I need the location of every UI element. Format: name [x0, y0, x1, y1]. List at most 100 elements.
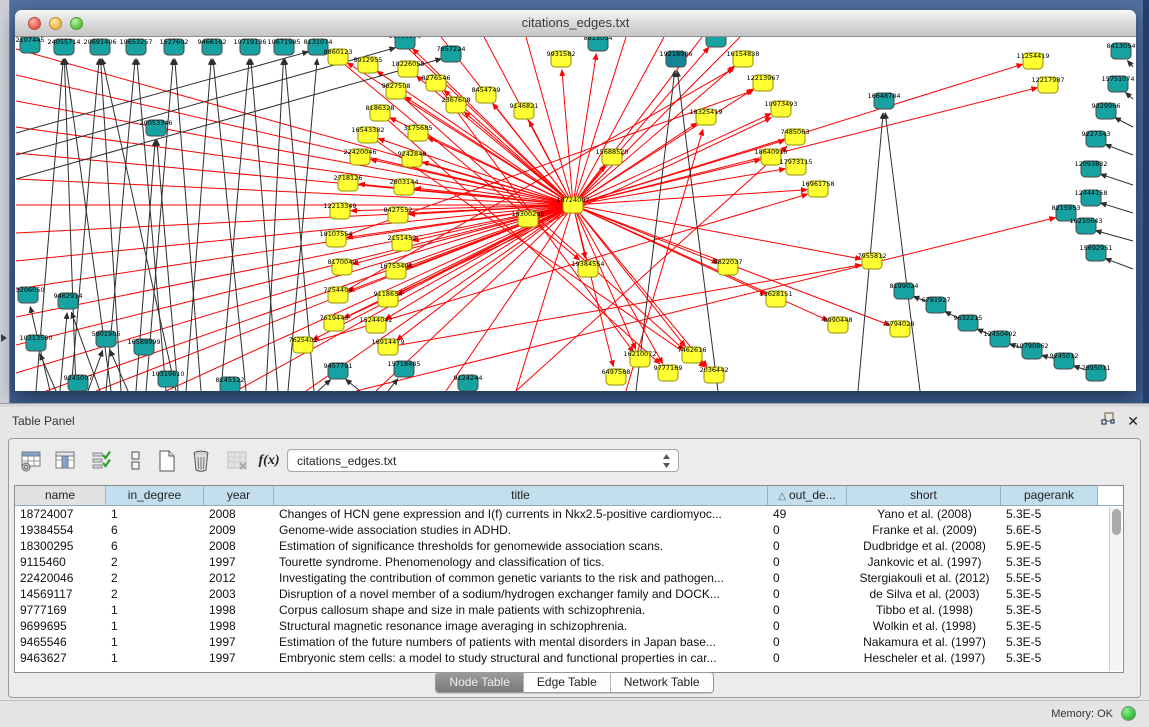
svg-text:16543382: 16543382 — [351, 126, 384, 134]
table-row[interactable]: 1830029562008Estimation of significance … — [15, 538, 1108, 554]
svg-text:8186328: 8186328 — [366, 104, 395, 112]
cell-title: Investigating the contribution of common… — [274, 570, 768, 586]
cell-year: 2009 — [204, 522, 274, 538]
cell-in_degree: 1 — [106, 506, 204, 522]
svg-text:15244042: 15244042 — [359, 316, 392, 324]
cell-title: Genome-wide association studies in ADHD. — [274, 522, 768, 538]
svg-text:9329966: 9329966 — [1092, 102, 1121, 110]
svg-text:12213349: 12213349 — [323, 202, 356, 210]
window-titlebar[interactable]: citations_edges.txt — [15, 10, 1136, 37]
svg-text:2367608: 2367608 — [442, 96, 471, 104]
svg-text:10653257: 10653257 — [119, 38, 152, 46]
table-panel-title: Table Panel — [12, 414, 75, 428]
column-header-short[interactable]: short — [847, 486, 1001, 506]
table-settings-icon[interactable] — [17, 446, 45, 476]
svg-text:2151452: 2151452 — [388, 234, 417, 242]
tab-network-table[interactable]: Network Table — [611, 673, 713, 692]
row-height-icon[interactable] — [121, 446, 149, 476]
tab-node-table[interactable]: Node Table — [436, 673, 524, 692]
table-vertical-scrollbar[interactable] — [1109, 507, 1122, 671]
table-row[interactable]: 946554611997Estimation of the future num… — [15, 634, 1108, 650]
cell-out_de: 49 — [768, 506, 847, 522]
close-panel-icon[interactable]: ✕ — [1127, 413, 1139, 429]
status-bar: Memory: OK — [0, 700, 1149, 727]
svg-text:15751074: 15751074 — [1101, 75, 1134, 83]
collapsed-control-panel[interactable] — [0, 0, 10, 406]
cell-title: Tourette syndrome. Phenomenology and cla… — [274, 554, 768, 570]
cell-short: Yano et al. (2008) — [847, 506, 1001, 522]
column-header-pagerank[interactable]: pagerank — [1001, 486, 1098, 506]
svg-text:16961758: 16961758 — [801, 180, 834, 188]
table-select-dropdown[interactable]: citations_edges.txt — [287, 449, 679, 472]
cell-out_de: 0 — [768, 650, 847, 666]
float-window-icon[interactable] — [1101, 412, 1115, 430]
svg-text:9462914: 9462914 — [54, 292, 83, 300]
function-builder-icon[interactable]: f(x) — [255, 446, 283, 476]
cell-name: 19384554 — [15, 522, 106, 538]
column-header-name[interactable]: name — [15, 486, 106, 506]
svg-text:2087682: 2087682 — [702, 37, 731, 38]
svg-text:11254419: 11254419 — [1016, 52, 1049, 60]
svg-text:16154838: 16154838 — [726, 50, 759, 58]
svg-text:7857224: 7857224 — [437, 45, 466, 53]
cell-year: 2003 — [204, 586, 274, 602]
cell-in_degree: 2 — [106, 554, 204, 570]
svg-text:19218986: 19218986 — [659, 50, 692, 58]
table-columns-icon[interactable] — [51, 446, 79, 476]
svg-text:9245007: 9245007 — [64, 374, 93, 382]
cell-title: Corpus callosum shape and size in male p… — [274, 602, 768, 618]
cell-short: Nakamura et al. (1997) — [847, 634, 1001, 650]
cell-pagerank: 5.3E-5 — [1001, 602, 1098, 618]
svg-text:16210072: 16210072 — [623, 350, 656, 358]
column-header-year[interactable]: year — [204, 486, 274, 506]
cell-out_de: 0 — [768, 570, 847, 586]
svg-text:15692951: 15692951 — [1079, 244, 1112, 252]
table-row[interactable]: 969969511998Structural magnetic resonanc… — [15, 618, 1108, 634]
svg-text:9118654: 9118654 — [374, 290, 403, 298]
network-view-canvas[interactable]: 2107445240557142069140610653257152760294… — [16, 37, 1135, 391]
table-row[interactable]: 1872400712008Changes of HCN gene express… — [15, 506, 1108, 522]
svg-text:9777169: 9777169 — [654, 364, 683, 372]
svg-text:2803144: 2803144 — [390, 178, 419, 186]
application-desktop: citations_edges.txt 21074452405571420691… — [0, 0, 1149, 727]
desktop-right-edge — [1143, 0, 1149, 406]
cell-title: Disruption of a novel member of a sodium… — [274, 586, 768, 602]
svg-text:18300295: 18300295 — [511, 210, 544, 218]
table-row[interactable]: 1456911722003Disruption of a novel membe… — [15, 586, 1108, 602]
column-header-out_de[interactable]: △out_de... — [768, 486, 847, 506]
sort-ascending-icon: △ — [778, 491, 786, 502]
cell-pagerank: 5.5E-5 — [1001, 570, 1098, 586]
cell-out_de: 0 — [768, 538, 847, 554]
table-row[interactable]: 2242004622012Investigating the contribut… — [15, 570, 1108, 586]
svg-text:15688520: 15688520 — [595, 148, 628, 156]
cell-name: 9465546 — [15, 634, 106, 650]
svg-text:3175685: 3175685 — [404, 124, 433, 132]
memory-ok-indicator — [1121, 706, 1136, 721]
table-row[interactable]: 1938455462009Genome-wide association stu… — [15, 522, 1108, 538]
table-row[interactable]: 911546021997Tourette syndrome. Phenomeno… — [15, 554, 1108, 570]
cell-year: 1998 — [204, 618, 274, 634]
cell-out_de: 0 — [768, 602, 847, 618]
svg-text:9632215: 9632215 — [954, 314, 983, 322]
new-document-icon[interactable] — [153, 446, 181, 476]
column-header-in_degree[interactable]: in_degree — [106, 486, 204, 506]
cell-name: 18300295 — [15, 538, 106, 554]
svg-text:12450402: 12450402 — [983, 330, 1016, 338]
svg-text:2718126: 2718126 — [334, 174, 363, 182]
table-panel: Table Panel ✕ — [0, 407, 1149, 700]
table-row[interactable]: 977716911998Corpus callosum shape and si… — [15, 602, 1108, 618]
cell-in_degree: 2 — [106, 570, 204, 586]
cell-year: 1997 — [204, 634, 274, 650]
table-header-row: namein_degreeyeartitle△out_de...shortpag… — [15, 486, 1123, 506]
svg-text:10671985: 10671985 — [267, 38, 300, 46]
column-header-title[interactable]: title — [274, 486, 768, 506]
select-columns-icon[interactable] — [87, 446, 115, 476]
svg-text:8822037: 8822037 — [714, 258, 743, 266]
tab-edge-table[interactable]: Edge Table — [524, 673, 611, 692]
table-body: 1872400712008Changes of HCN gene express… — [15, 506, 1108, 672]
delete-icon[interactable] — [187, 446, 215, 476]
scrollbar-thumb[interactable] — [1112, 509, 1121, 535]
table-row[interactable]: 946362711997Embryonic stem cells: a mode… — [15, 650, 1108, 666]
memory-status-label: Memory: OK — [1051, 708, 1113, 720]
table-browser: f(x) citations_edges.txt namein_degreeye… — [8, 438, 1141, 698]
